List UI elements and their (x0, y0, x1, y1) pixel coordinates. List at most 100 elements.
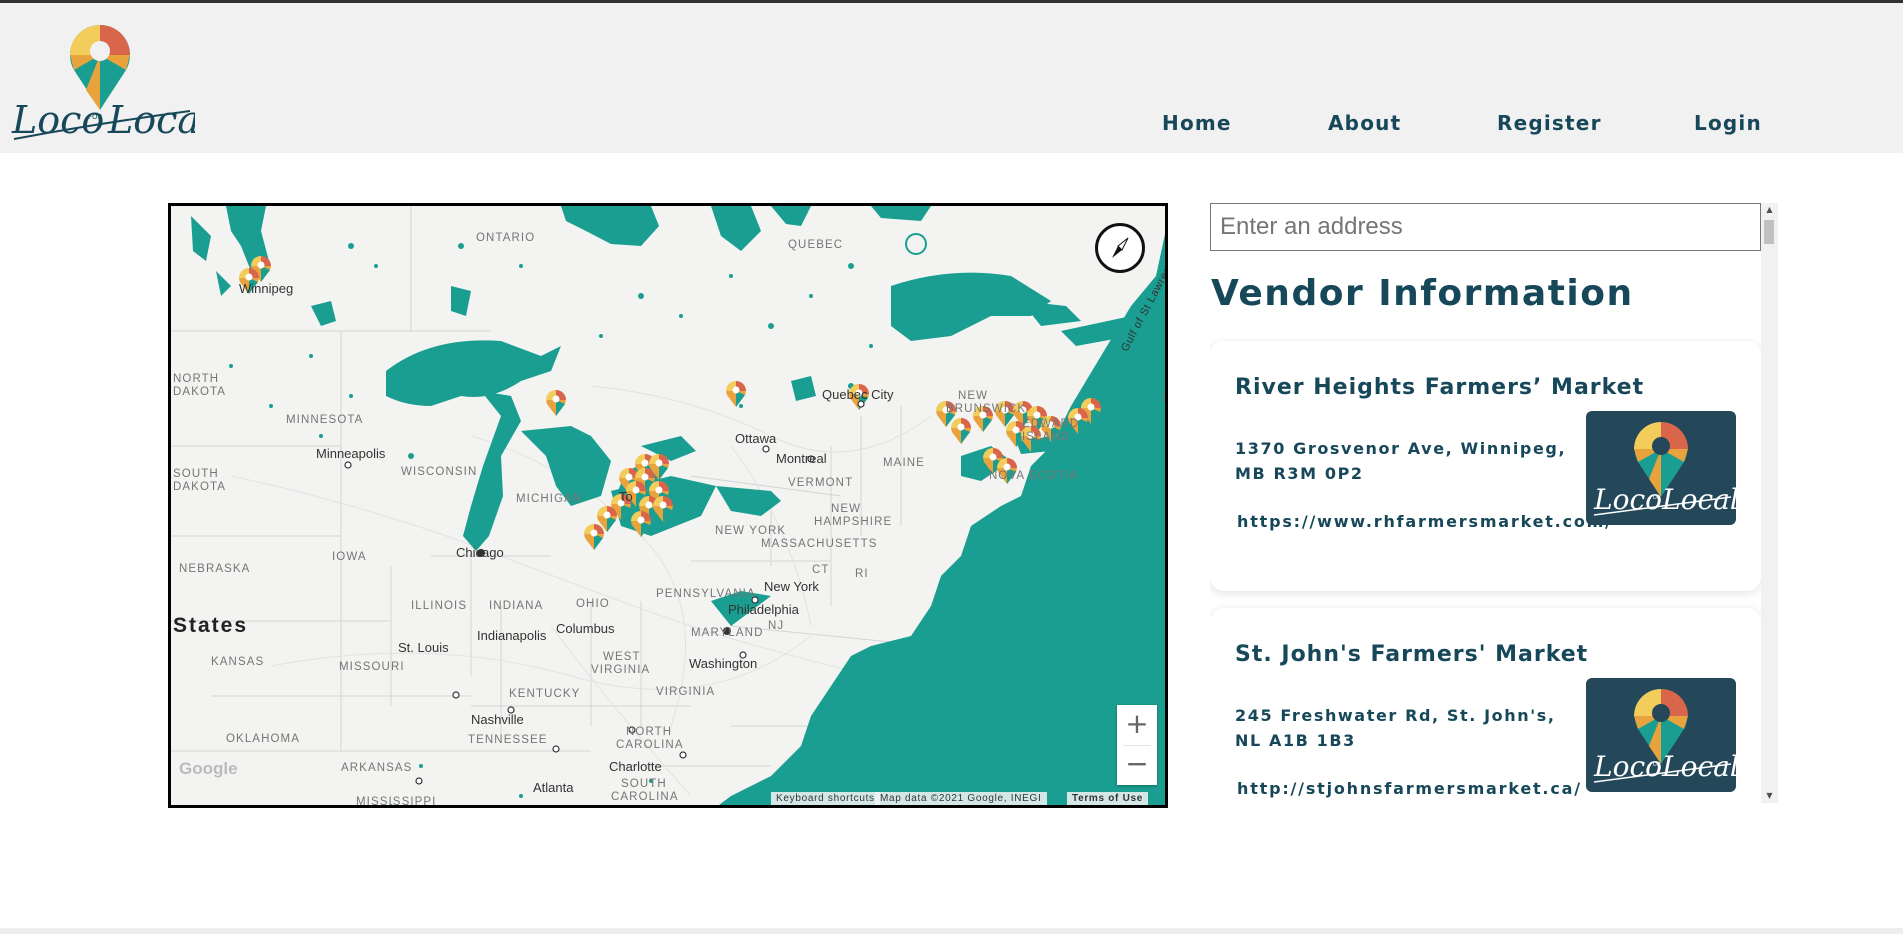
label-ohio: OHIO (576, 598, 610, 610)
label-philadelphia: Philadelphia (728, 602, 799, 617)
label-quebec-city: Quebec City (822, 387, 894, 402)
label-tennessee: TENNESSEE (468, 734, 548, 746)
label-new-york-city: New York (764, 579, 819, 594)
compass-icon[interactable] (1095, 223, 1145, 273)
vendor-panel: Vendor Information River Heights Farmers… (1210, 203, 1778, 803)
vendor-website-link[interactable]: http://stjohnsfarmersmarket.ca/ (1237, 779, 1582, 798)
vendor-logo: Loco FOR Local (1586, 678, 1736, 792)
label-chicago: Chicago (456, 545, 504, 560)
vendor-logo: Loco FOR Local (1586, 411, 1736, 525)
label-kansas: KANSAS (211, 656, 265, 668)
svg-text:FOR: FOR (1650, 495, 1661, 501)
label-new-york-state: NEW YORK (715, 525, 787, 537)
loco-for-local-logo[interactable]: Loco FOR Local (10, 15, 195, 150)
svg-text:Local: Local (1661, 483, 1736, 516)
label-nova-scotia: NOVA SCOTIA (989, 470, 1079, 482)
nav-login[interactable]: Login (1694, 111, 1762, 135)
label-north-carolina-2: CAROLINA (616, 739, 684, 751)
vendor-list[interactable]: River Heights Farmers’ Market 1370 Grosv… (1210, 338, 1761, 803)
label-indiana: INDIANA (489, 600, 544, 612)
label-maine: MAINE (883, 457, 925, 469)
label-illinois: ILLINOIS (411, 600, 468, 612)
vendor-card[interactable]: St. John's Farmers' Market 245 Freshwate… (1210, 608, 1761, 803)
footer-strip (0, 928, 1903, 934)
label-pei: EDWARD (1022, 418, 1080, 430)
vendor-card[interactable]: River Heights Farmers’ Market 1370 Grosv… (1210, 341, 1761, 591)
label-ontario: ONTARIO (476, 232, 536, 244)
label-ottawa: Ottawa (735, 431, 777, 446)
label-states: States (173, 614, 249, 637)
label-nashville: Nashville (471, 712, 524, 727)
label-minnesota: MINNESOTA (286, 414, 364, 426)
label-indianapolis: Indianapolis (477, 628, 547, 643)
label-massachusetts: MASSACHUSETTS (761, 538, 878, 550)
label-south-carolina-2: CAROLINA (611, 791, 679, 803)
terms-of-use-link[interactable]: Terms of Use (1067, 792, 1149, 805)
label-south-dakota-1: SOUTH (173, 468, 219, 480)
vendor-map[interactable]: ONTARIO QUEBEC Winnipeg NORTH DAKOTA MIN… (168, 203, 1168, 808)
label-vermont: VERMONT (788, 477, 854, 489)
label-charlotte: Charlotte (609, 759, 662, 774)
vendor-information-heading: Vendor Information (1211, 273, 1634, 314)
label-ri: RI (855, 568, 869, 580)
address-search-input[interactable] (1210, 203, 1761, 251)
google-logo[interactable]: Google (179, 759, 238, 779)
svg-text:Local: Local (1661, 750, 1736, 783)
label-minneapolis: Minneapolis (316, 446, 386, 461)
vendor-address: 245 Freshwater Rd, St. John's, NL A1B 1B… (1235, 706, 1556, 750)
scrollbar-thumb[interactable] (1764, 220, 1774, 244)
label-new-brunswick-2: BRUNSWICK (946, 403, 1027, 415)
map-canvas[interactable] (171, 206, 1168, 808)
scroll-up-arrow-icon[interactable]: ▲ (1761, 203, 1778, 217)
zoom-out-button[interactable]: − (1117, 745, 1157, 785)
nav-home[interactable]: Home (1162, 111, 1232, 135)
label-atlanta: Atlanta (533, 780, 574, 795)
svg-text:FOR: FOR (1650, 762, 1661, 768)
label-new-hampshire-2: HAMPSHIRE (814, 516, 893, 528)
label-columbus: Columbus (556, 621, 615, 636)
label-st-louis: St. Louis (398, 640, 449, 655)
vendor-list-scrollbar[interactable]: ▲ ▼ (1761, 203, 1778, 803)
label-virginia: VIRGINIA (656, 686, 716, 698)
label-iowa: IOWA (332, 551, 367, 563)
label-toronto: To (619, 489, 633, 504)
label-washington: Washington (689, 656, 758, 671)
label-missouri: MISSOURI (339, 661, 405, 673)
label-south-dakota-2: DAKOTA (173, 481, 227, 493)
label-north-dakota-1: NORTH (173, 373, 220, 385)
label-maryland: MARYLAND (691, 627, 764, 639)
label-montreal: Montreal (776, 451, 827, 466)
vendor-name: River Heights Farmers’ Market (1235, 375, 1645, 400)
label-south-carolina-1: SOUTH (621, 778, 667, 790)
label-north-carolina-1: NORTH (626, 726, 673, 738)
svg-text:FOR: FOR (88, 113, 103, 121)
label-new-hampshire-1: NEW (831, 503, 862, 515)
label-michigan: MICHIGAN (516, 493, 583, 505)
map-data-attribution: Map data ©2021 Google, INEGI (875, 792, 1047, 805)
label-wisconsin: WISCONSIN (401, 466, 478, 478)
keyboard-shortcuts-link[interactable]: Keyboard shortcuts (771, 792, 880, 805)
label-pennsylvania: PENNSYLVANIA (656, 588, 756, 600)
label-arkansas: ARKANSAS (341, 762, 413, 774)
label-winnipeg: Winnipeg (239, 281, 294, 296)
label-west-virginia-1: WEST (603, 651, 641, 663)
vendor-website-link[interactable]: https://www.rhfarmersmarket.com/ (1237, 512, 1613, 531)
zoom-in-button[interactable]: + (1117, 705, 1157, 745)
label-west-virginia-2: VIRGINIA (591, 664, 651, 676)
label-quebec: QUEBEC (788, 239, 844, 251)
nav-about[interactable]: About (1328, 111, 1401, 135)
label-new-brunswick-1: NEW (958, 390, 989, 402)
label-s: S (1161, 392, 1165, 404)
label-nj: NJ (768, 620, 785, 632)
label-mississippi: MISSISSIPPI (356, 796, 437, 808)
label-north-dakota-2: DAKOTA (173, 386, 227, 398)
label-oklahoma: OKLAHOMA (226, 733, 300, 745)
label-kentucky: KENTUCKY (509, 688, 581, 700)
label-island: ISLAND (1022, 431, 1071, 443)
vendor-name: St. John's Farmers' Market (1235, 642, 1589, 667)
label-nebraska: NEBRASKA (179, 563, 251, 575)
label-ct: CT (812, 564, 830, 576)
vendor-address: 1370 Grosvenor Ave, Winnipeg, MB R3M 0P2 (1235, 439, 1567, 483)
scroll-down-arrow-icon[interactable]: ▼ (1761, 789, 1778, 803)
nav-register[interactable]: Register (1497, 111, 1602, 135)
